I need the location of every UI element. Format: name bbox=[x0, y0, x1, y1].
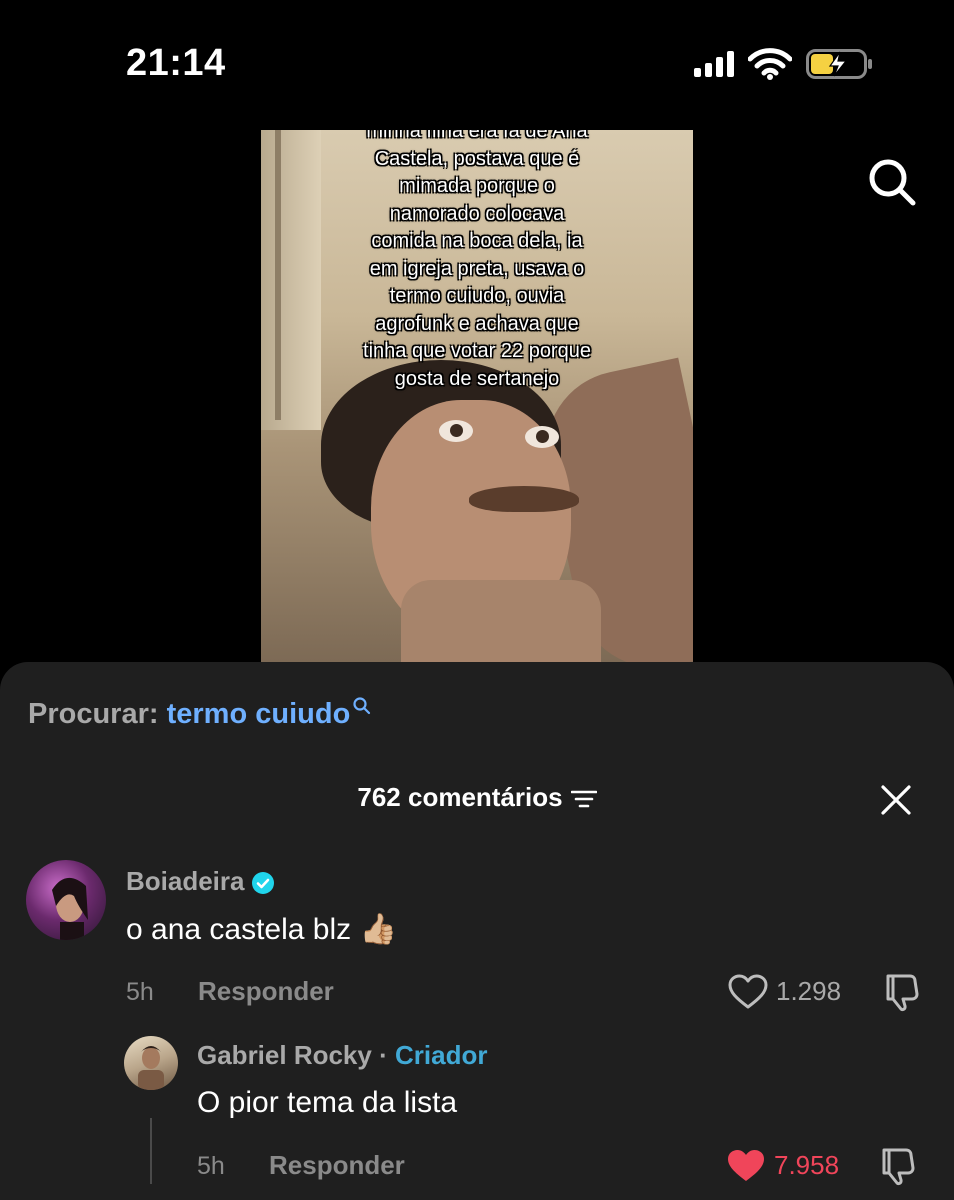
comments-sheet: Procurar: termo cuiudo 762 comentários B… bbox=[0, 662, 954, 1200]
video-background bbox=[261, 130, 321, 430]
video-door-frame bbox=[275, 130, 281, 420]
creator-tag: Criador bbox=[395, 1040, 488, 1070]
status-bar: 21:14 bbox=[0, 0, 954, 130]
thread-line bbox=[150, 1118, 152, 1184]
video-mustache bbox=[469, 486, 579, 512]
comments-count: 762 comentários bbox=[357, 782, 563, 812]
search-small-icon bbox=[353, 697, 371, 715]
cellular-signal-icon bbox=[694, 51, 734, 77]
status-icons bbox=[694, 48, 874, 80]
comment-time: 5h bbox=[126, 978, 154, 1006]
like-count: 7.958 bbox=[774, 1150, 840, 1180]
video-player[interactable]: minha filha era fã de Ana Castela, posta… bbox=[261, 130, 693, 662]
verified-badge-icon bbox=[251, 872, 274, 895]
reply-button[interactable]: Responder bbox=[269, 1150, 405, 1181]
battery-charging-icon bbox=[806, 49, 872, 79]
avatar[interactable] bbox=[124, 1036, 178, 1090]
video-caption: minha filha era fã de Ana Castela, posta… bbox=[321, 130, 633, 393]
reply-time: 5h bbox=[197, 1152, 225, 1180]
caption-line: mimada porque o bbox=[399, 175, 555, 197]
caption-line: Castela, postava que é bbox=[374, 147, 580, 170]
video-neck bbox=[401, 580, 601, 662]
heart-filled-icon[interactable] bbox=[726, 1148, 766, 1184]
caption-line: tinha que votar 22 porque bbox=[363, 340, 591, 362]
reply-button[interactable]: Responder bbox=[198, 976, 334, 1007]
comment-username-text[interactable]: Boiadeira bbox=[126, 866, 245, 896]
search-suggestion-label: Procurar: bbox=[28, 698, 159, 730]
caption-line: comida na boca dela, ia bbox=[371, 230, 583, 252]
reply-text: O pior tema da lista bbox=[197, 1086, 458, 1119]
caption-line: termo cuiudo, ouvia bbox=[389, 285, 565, 307]
avatar-portrait-icon bbox=[52, 877, 88, 940]
avatar[interactable] bbox=[26, 860, 106, 940]
comments-header: 762 comentários bbox=[0, 782, 954, 813]
video-eye-right bbox=[525, 426, 559, 448]
caption-line: gosta de sertanejo bbox=[394, 367, 560, 390]
dislike-icon[interactable] bbox=[878, 1146, 916, 1186]
heart-outline-icon[interactable] bbox=[728, 974, 768, 1010]
username-separator: · bbox=[379, 1040, 388, 1070]
close-icon[interactable] bbox=[880, 784, 912, 816]
like-count: 1.298 bbox=[776, 976, 842, 1006]
comment-username[interactable]: Boiadeira bbox=[126, 866, 275, 897]
comment-text: o ana castela blz 👍🏼 bbox=[126, 913, 397, 946]
caption-line: agrofunk e achava que bbox=[375, 312, 579, 335]
reply-username-text[interactable]: Gabriel Rocky bbox=[197, 1040, 372, 1070]
search-suggestion[interactable]: Procurar: termo cuiudo bbox=[28, 697, 372, 731]
dislike-icon[interactable] bbox=[882, 972, 920, 1012]
reply-username[interactable]: Gabriel Rocky · Criador bbox=[197, 1040, 487, 1071]
video-eye-left bbox=[439, 420, 473, 442]
caption-line: namorado colocava bbox=[389, 202, 565, 225]
sort-filter-icon[interactable] bbox=[570, 789, 597, 809]
clock: 21:14 bbox=[126, 42, 226, 84]
avatar-portrait-icon bbox=[138, 1046, 164, 1090]
caption-line: em igreja preta, usava o bbox=[369, 257, 585, 280]
search-icon[interactable] bbox=[866, 156, 918, 208]
wifi-icon bbox=[748, 48, 792, 80]
search-suggestion-term[interactable]: termo cuiudo bbox=[167, 698, 351, 730]
caption-line: minha filha era fã de Ana bbox=[366, 130, 588, 142]
